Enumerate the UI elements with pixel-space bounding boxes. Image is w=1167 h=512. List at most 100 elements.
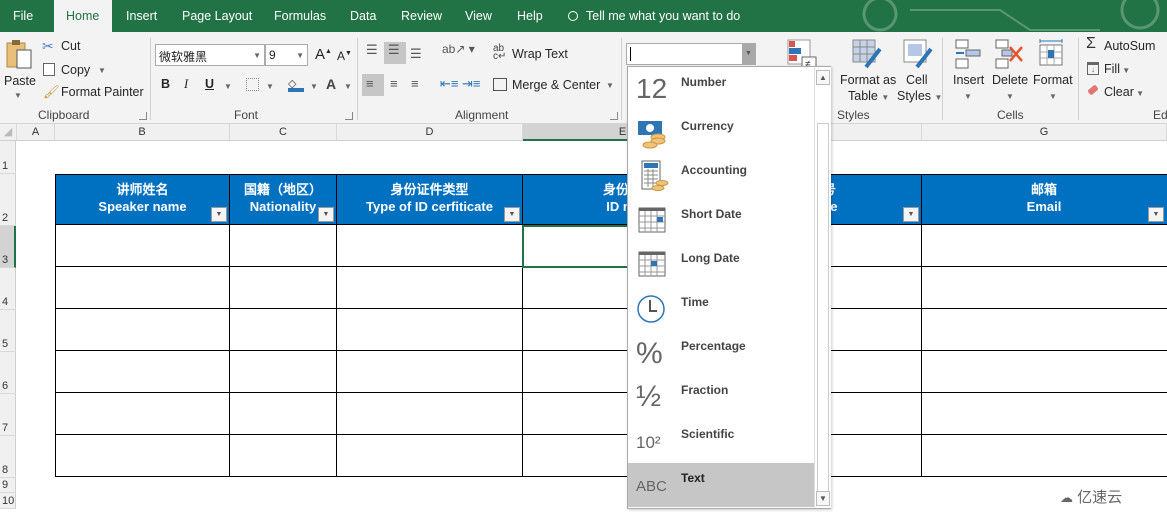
autosum-button[interactable]: Σ AutoSum: [1086, 35, 1167, 55]
format-option-percentage[interactable]: % Percentage: [628, 331, 814, 375]
font-size-select[interactable]: 9 ▼: [265, 44, 308, 66]
table-cell[interactable]: [337, 225, 523, 267]
format-option-number[interactable]: 12 Number: [628, 67, 814, 111]
row-header-2[interactable]: 2: [0, 174, 16, 226]
fill-color-button[interactable]: ◇: [288, 76, 304, 92]
table-cell[interactable]: [922, 351, 1167, 393]
row-header-3[interactable]: 3: [0, 226, 16, 268]
column-header-b[interactable]: B: [55, 124, 230, 141]
cut-button[interactable]: ✂ Cut: [42, 38, 92, 56]
scroll-down-button[interactable]: ▼: [816, 491, 830, 506]
table-cell[interactable]: [55, 351, 230, 393]
format-option-text[interactable]: ABC Text: [628, 463, 814, 507]
orientation-button[interactable]: ab↗ ▾: [442, 42, 475, 56]
clear-button[interactable]: Clear ▼: [1086, 83, 1146, 101]
delete-cells-button[interactable]: Delete ▼: [990, 38, 1030, 104]
dialog-launcher-icon[interactable]: [139, 112, 147, 120]
column-header-c[interactable]: C: [230, 124, 337, 141]
decrease-indent-button[interactable]: ⇤≡: [440, 76, 458, 92]
table-cell[interactable]: [55, 393, 230, 435]
middle-align-button[interactable]: ☰: [384, 42, 406, 64]
table-cell[interactable]: [55, 309, 230, 351]
bottom-align-button[interactable]: ☰: [410, 46, 422, 62]
tab-home[interactable]: Home: [54, 0, 112, 32]
top-align-button[interactable]: ☰: [366, 42, 378, 58]
table-cell[interactable]: [230, 267, 337, 309]
paste-button[interactable]: Paste ▼: [2, 38, 36, 102]
row-header-1[interactable]: 1: [0, 141, 16, 174]
dialog-launcher-icon[interactable]: [610, 112, 618, 120]
chevron-down-icon[interactable]: ▼: [266, 82, 274, 91]
align-right-button[interactable]: ≡: [411, 76, 419, 91]
table-cell[interactable]: [337, 351, 523, 393]
table-cell[interactable]: [922, 267, 1167, 309]
scroll-up-button[interactable]: ▲: [816, 70, 830, 85]
column-header-g[interactable]: G: [922, 124, 1167, 141]
table-cell[interactable]: [337, 435, 523, 477]
table-cell[interactable]: [230, 309, 337, 351]
table-cell[interactable]: [337, 267, 523, 309]
tab-help[interactable]: Help: [517, 0, 543, 32]
align-left-button[interactable]: ≡: [362, 74, 384, 96]
chevron-down-icon[interactable]: ▼: [344, 82, 352, 91]
row-header-7[interactable]: 7: [0, 394, 16, 436]
format-option-long-date[interactable]: Long Date: [628, 243, 814, 287]
increase-font-size-button[interactable]: A▲: [315, 46, 332, 63]
tab-formulas[interactable]: Formulas: [274, 0, 326, 32]
row-header-5[interactable]: 5: [0, 310, 16, 352]
format-option-currency[interactable]: Currency: [628, 111, 814, 155]
wrap-text-button[interactable]: ab c↵ Wrap Text: [493, 44, 573, 63]
chevron-down-icon[interactable]: ▼: [742, 44, 755, 64]
underline-button[interactable]: U: [205, 77, 214, 91]
row-header-8[interactable]: 8: [0, 436, 16, 478]
format-option-time[interactable]: Time: [628, 287, 814, 331]
format-option-fraction[interactable]: ½ Fraction: [628, 375, 814, 419]
format-option-scientific[interactable]: 10² Scientific: [628, 419, 814, 463]
table-cell[interactable]: [922, 435, 1167, 477]
format-painter-button[interactable]: 🖌 Format Painter: [42, 84, 144, 102]
tab-data[interactable]: Data: [350, 0, 376, 32]
tell-me-search[interactable]: Tell me what you want to do: [568, 0, 740, 32]
format-option-short-date[interactable]: Short Date: [628, 199, 814, 243]
font-color-button[interactable]: A: [326, 76, 336, 92]
decrease-font-size-button[interactable]: A▼: [337, 49, 352, 63]
table-cell[interactable]: [337, 309, 523, 351]
font-name-select[interactable]: 微软雅黑 ▼: [155, 44, 265, 66]
borders-button[interactable]: [246, 78, 259, 91]
table-cell[interactable]: [922, 309, 1167, 351]
center-button[interactable]: ≡: [390, 76, 398, 91]
select-all-corner[interactable]: ◢: [0, 124, 17, 141]
increase-indent-button[interactable]: ⇥≡: [462, 76, 480, 92]
tab-review[interactable]: Review: [401, 0, 442, 32]
insert-cells-button[interactable]: Insert ▼: [950, 38, 986, 104]
format-as-table-button[interactable]: Format as Table ▼: [836, 38, 896, 104]
cell-styles-button[interactable]: Cell Styles ▼: [896, 38, 942, 104]
fill-button[interactable]: ↓ Fill ▼: [1086, 60, 1146, 78]
merge-center-button[interactable]: Merge & Center ▼: [493, 77, 618, 95]
table-cell[interactable]: [55, 435, 230, 477]
filter-dropdown-button[interactable]: ▼: [1148, 207, 1164, 222]
copy-button[interactable]: Copy ▼: [42, 61, 112, 79]
chevron-down-icon[interactable]: ▼: [310, 82, 318, 91]
table-cell[interactable]: [55, 225, 230, 267]
number-format-select[interactable]: ▼: [626, 43, 756, 65]
table-cell[interactable]: [230, 225, 337, 267]
filter-dropdown-button[interactable]: ▼: [211, 207, 227, 222]
dropdown-scrollbar[interactable]: ▲ ▼: [814, 67, 831, 508]
chevron-down-icon[interactable]: ▼: [224, 82, 232, 91]
bold-button[interactable]: B: [161, 77, 170, 91]
table-cell[interactable]: [337, 393, 523, 435]
format-cells-button[interactable]: Format ▼: [1032, 38, 1073, 104]
row-header-4[interactable]: 4: [0, 268, 16, 310]
tab-view[interactable]: View: [465, 0, 492, 32]
row-header-10[interactable]: 10: [0, 493, 16, 509]
table-cell[interactable]: [230, 435, 337, 477]
table-cell[interactable]: [230, 393, 337, 435]
filter-dropdown-button[interactable]: ▼: [504, 207, 520, 222]
row-header-6[interactable]: 6: [0, 352, 16, 394]
tab-file[interactable]: File: [13, 0, 33, 32]
format-option-accounting[interactable]: Accounting: [628, 155, 814, 199]
row-header-9[interactable]: 9: [0, 478, 16, 493]
column-header-d[interactable]: D: [337, 124, 523, 141]
dialog-launcher-icon[interactable]: [345, 112, 353, 120]
